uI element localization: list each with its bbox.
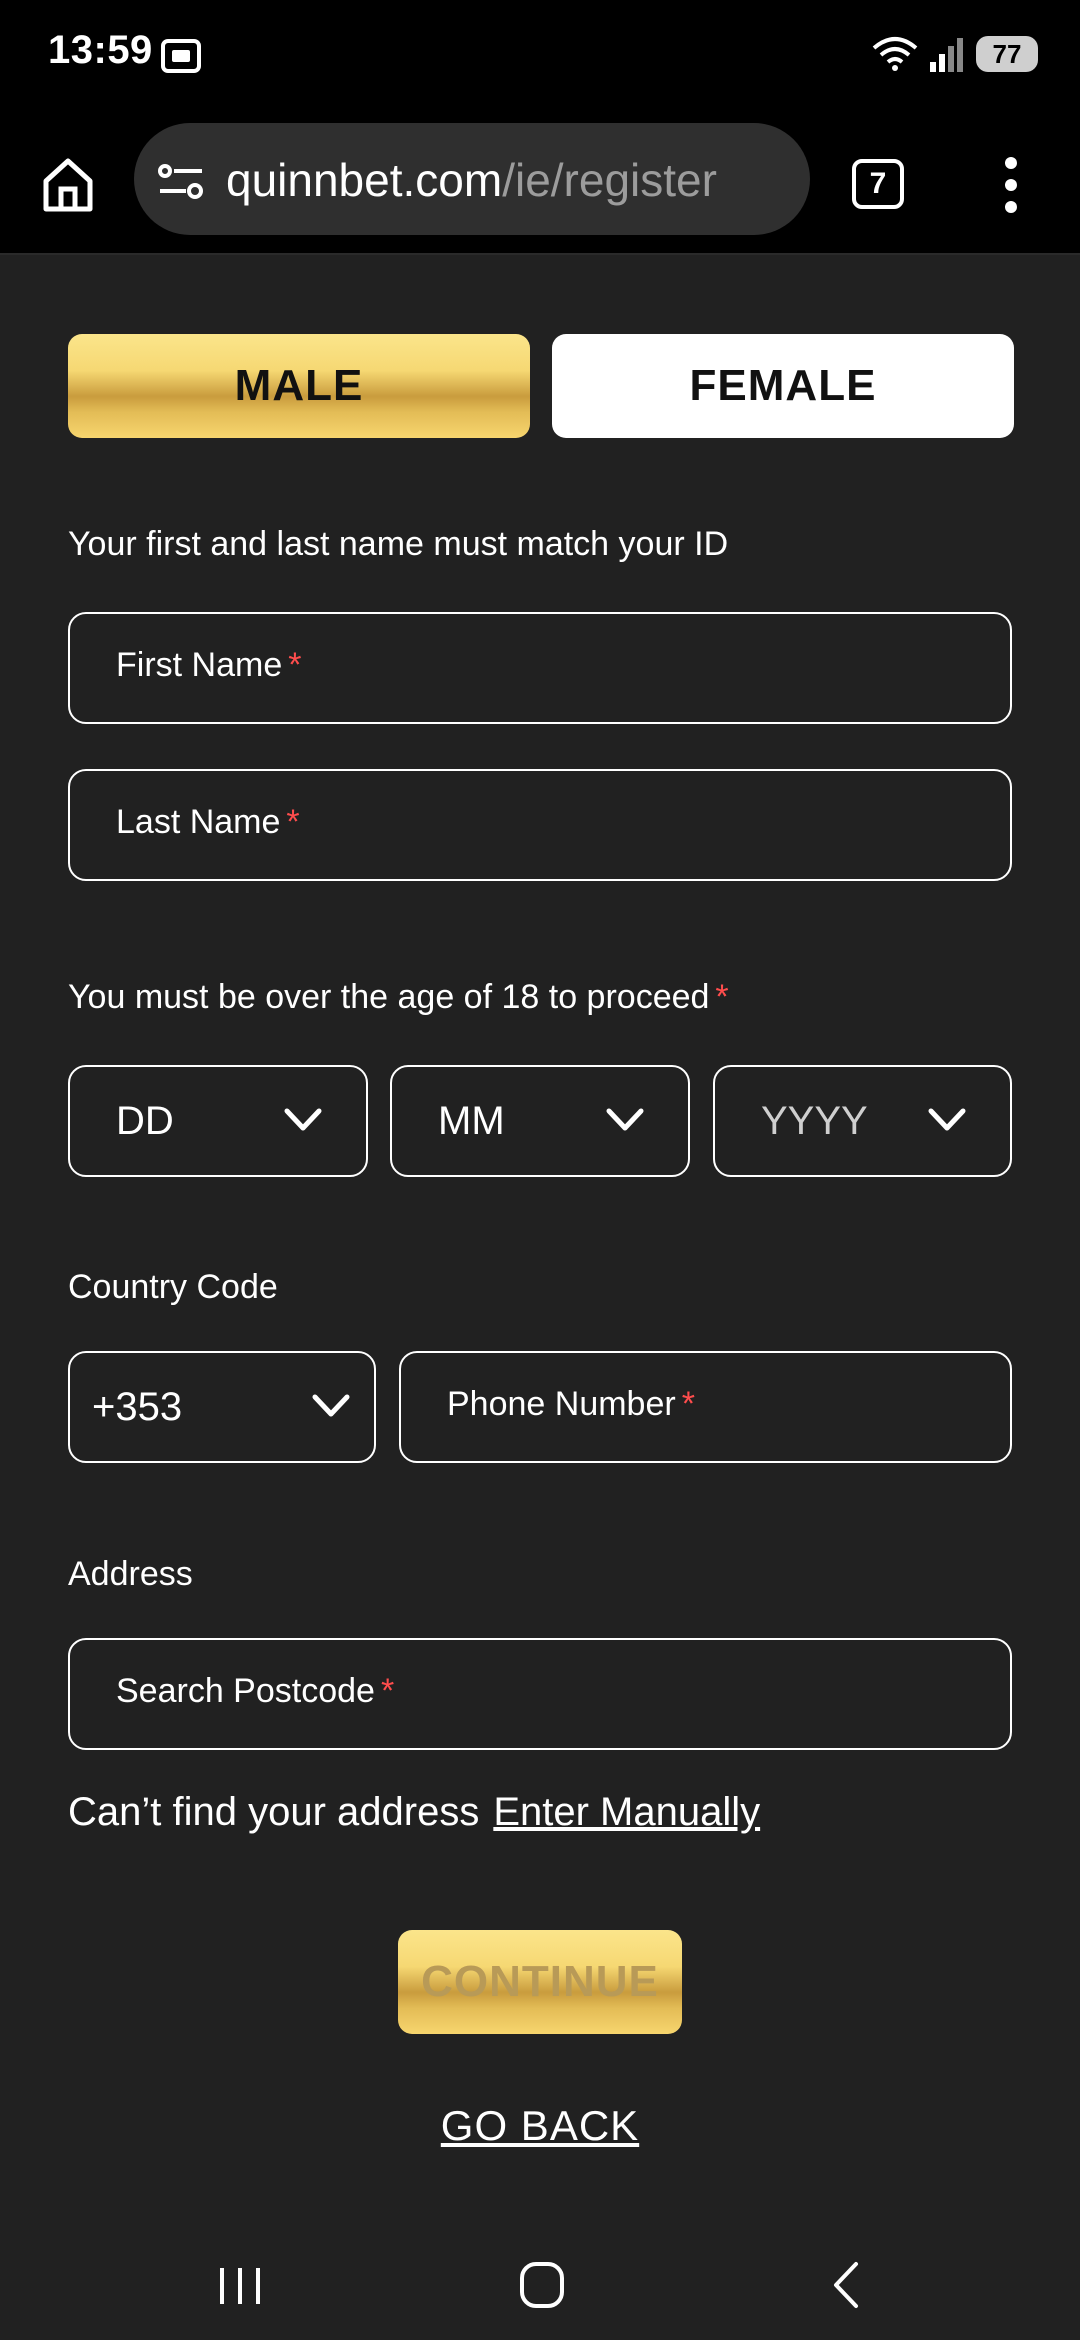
nav-home-icon[interactable] [518,2260,566,2310]
back-icon[interactable] [830,2260,860,2310]
dob-month-select[interactable]: MM [390,1065,690,1177]
country-code-label: Country Code [68,1268,278,1306]
url-path: /ie/register [502,154,717,206]
phone-number-field[interactable]: Phone Number * [399,1351,1012,1463]
male-button[interactable]: MALE [68,334,530,438]
address-bar[interactable]: quinnbet.com/ie/register [134,123,810,235]
chevron-down-icon [284,1108,322,1131]
country-code-value: +353 [92,1385,183,1429]
age-requirement-note: You must be over the age of 18 to procee… [68,978,729,1016]
chevron-down-icon [928,1108,966,1131]
cant-find-address-text: Can’t find your address [68,1790,480,1834]
system-navigation-bar [0,2220,1080,2340]
home-icon[interactable] [38,155,98,215]
dob-month-value: MM [438,1099,505,1143]
chevron-down-icon [312,1394,350,1417]
phone-number-placeholder: Phone Number * [447,1385,695,1423]
first-name-field[interactable]: First Name * [68,612,1012,724]
signal-icon [930,38,963,72]
name-id-note: Your first and last name must match your… [68,525,729,563]
last-name-placeholder: Last Name * [116,803,300,841]
chevron-down-icon [606,1108,644,1131]
last-name-field[interactable]: Last Name * [68,769,1012,881]
dob-day-select[interactable]: DD [68,1065,368,1177]
site-settings-icon[interactable] [158,163,204,199]
address-label: Address [68,1555,193,1593]
more-options-icon[interactable] [996,157,1026,215]
country-code-select[interactable]: +353 [68,1351,376,1463]
wifi-icon [872,37,918,71]
dob-year-value: YYYY [761,1099,868,1143]
cant-find-address-row: Can’t find your address Enter Manually [68,1790,760,1835]
dob-year-select[interactable]: YYYY [713,1065,1012,1177]
url-text: quinnbet.com/ie/register [226,153,717,207]
recent-apps-icon[interactable] [216,2264,264,2308]
screenshot-icon [161,39,201,73]
status-bar: 13:59 77 [0,0,1080,115]
dob-day-value: DD [116,1099,174,1143]
tab-switcher-button[interactable]: 7 [852,159,904,209]
postcode-placeholder: Search Postcode * [116,1672,395,1710]
go-back-link[interactable]: GO BACK [0,2102,1080,2150]
female-button[interactable]: FEMALE [552,334,1014,438]
postcode-search-field[interactable]: Search Postcode * [68,1638,1012,1750]
url-host: quinnbet.com [226,154,503,206]
enter-manually-link[interactable]: Enter Manually [493,1790,760,1834]
continue-button[interactable]: CONTINUE [398,1930,682,2034]
first-name-placeholder: First Name * [116,646,302,684]
browser-toolbar: quinnbet.com/ie/register 7 [0,115,1080,255]
status-time: 13:59 [48,28,153,72]
battery-indicator: 77 [976,36,1038,72]
